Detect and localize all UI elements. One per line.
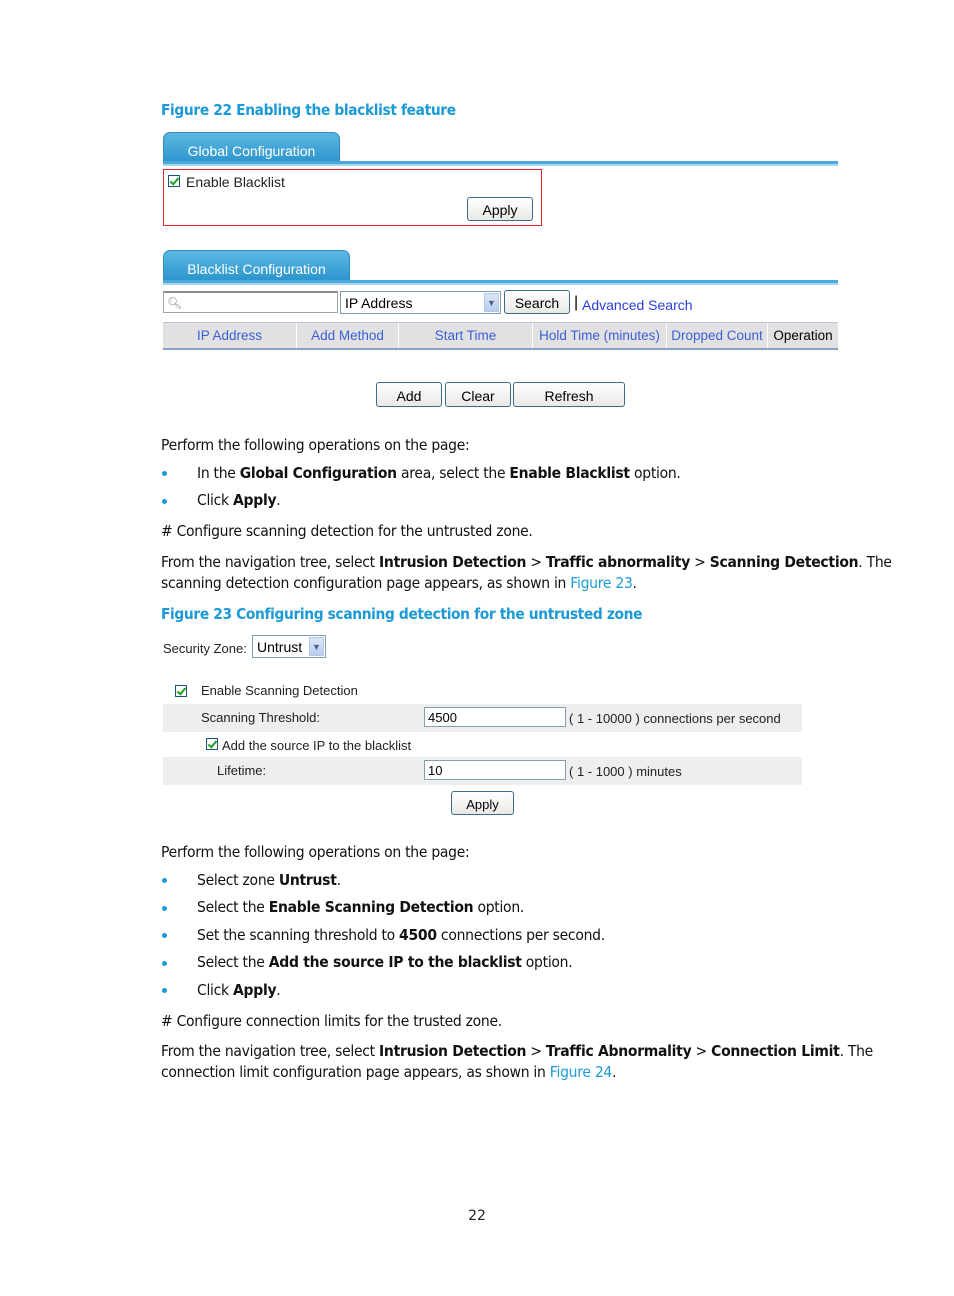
lifetime-input[interactable]: 10 [424,760,566,780]
list-item: Set the scanning threshold to 4500 conne… [197,926,605,944]
list-item: Select the Add the source IP to the blac… [197,953,573,971]
bullet-dot [162,906,167,911]
refresh-button[interactable]: Refresh [513,382,625,407]
add-source-ip-label: Add the source IP to the blacklist [222,738,412,753]
nav-instruction-line2: connection limit configuration page appe… [161,1063,617,1081]
tab-global-configuration[interactable]: Global Configuration [163,132,340,164]
bullet-dot [162,878,167,883]
nav-instruction: From the navigation tree, select Intrusi… [161,553,892,571]
threshold-hint: ( 1 - 10000 ) connections per second [569,711,781,726]
search-field-select[interactable]: IP Address ▼ [340,291,501,314]
column-operation: Operation [773,328,833,343]
list-item: Click Apply. [197,491,281,509]
apply-button[interactable]: Apply [467,197,533,221]
advanced-search-link[interactable]: Advanced Search [582,297,693,313]
lifetime-hint: ( 1 - 1000 ) minutes [569,764,682,779]
bullet-dot [162,988,167,993]
list-item: Select zone Untrust. [197,871,341,889]
threshold-label: Scanning Threshold: [201,710,321,725]
paragraph-intro: Perform the following operations on the … [161,843,470,861]
list-item: Click Apply. [197,981,281,999]
chevron-down-icon[interactable]: ▼ [309,637,324,656]
enable-blacklist-label: Enable Blacklist [186,174,285,190]
tab-blacklist-configuration[interactable]: Blacklist Configuration [163,250,350,282]
separator: | [574,294,579,311]
search-input[interactable]: 🔍︎ [163,291,338,313]
clear-button[interactable]: Clear [445,382,511,407]
bullet-dot [162,499,167,504]
search-button[interactable]: Search [504,290,570,314]
bullet-dot [162,961,167,966]
security-zone-select[interactable]: Untrust ▼ [252,635,326,658]
security-zone-label: Security Zone: [163,641,247,656]
add-button[interactable]: Add [376,382,442,407]
nav-instruction: From the navigation tree, select Intrusi… [161,1042,873,1060]
figure-24-link[interactable]: Figure 24 [550,1063,613,1081]
list-item: Select the Enable Scanning Detection opt… [197,898,525,916]
chevron-down-icon[interactable]: ▼ [484,293,499,312]
bullet-dot [162,471,167,476]
add-source-ip-checkbox[interactable] [206,738,218,750]
apply-button[interactable]: Apply [451,791,514,815]
enable-blacklist-checkbox[interactable] [168,175,180,187]
blacklist-table-header: IP Address Add Method Start Time Hold Ti… [163,322,838,350]
column-ip-address[interactable]: IP Address [163,323,297,348]
tab-underline [163,161,838,166]
list-item: In the Global Configuration area, select… [197,464,681,482]
page-number: 22 [468,1208,486,1224]
tab-underline [163,280,838,285]
figure-22-caption: Figure 22 Enabling the blacklist feature [161,101,456,119]
search-icon: 🔍︎ [167,295,183,310]
column-add-method[interactable]: Add Method [297,323,399,348]
bullet-dot [162,933,167,938]
comment-line: # Configure scanning detection for the u… [161,522,533,540]
figure-23-caption: Figure 23 Configuring scanning detection… [161,605,643,623]
column-dropped-count[interactable]: Dropped Count [667,323,768,348]
lifetime-label: Lifetime: [217,763,267,778]
figure-23-link[interactable]: Figure 23 [570,574,633,592]
paragraph-intro: Perform the following operations on the … [161,436,470,454]
column-hold-time[interactable]: Hold Time (minutes) [533,323,667,348]
enable-scanning-label: Enable Scanning Detection [201,683,358,698]
enable-scanning-checkbox[interactable] [175,685,187,697]
threshold-input[interactable]: 4500 [424,707,566,727]
nav-instruction-line2: scanning detection configuration page ap… [161,574,637,592]
comment-line: # Configure connection limits for the tr… [161,1012,502,1030]
column-start-time[interactable]: Start Time [399,323,533,348]
